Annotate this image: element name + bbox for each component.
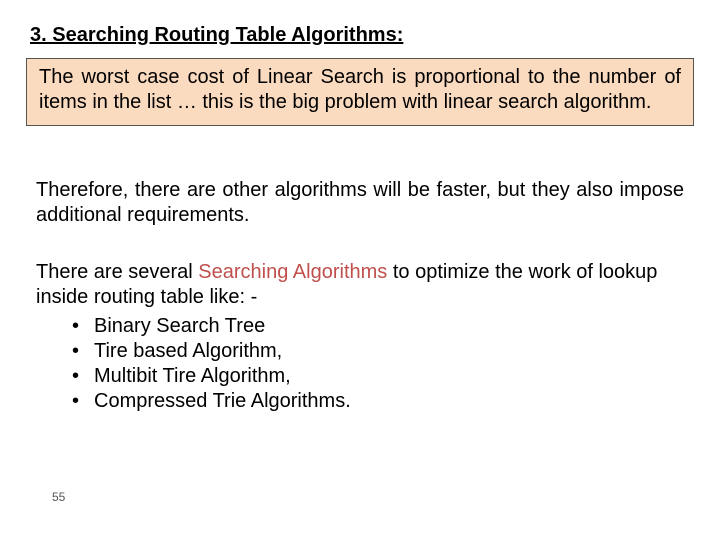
list-item: Compressed Trie Algorithms. [72,389,684,414]
text-pre: There are several [36,261,198,283]
highlight-box: The worst case cost of Linear Search is … [26,58,694,126]
paragraph-searching-algorithms: There are several Searching Algorithms t… [36,260,684,414]
algorithm-list: Binary Search Tree Tire based Algorithm,… [72,314,684,414]
text-highlight-searching-algorithms: Searching Algorithms [198,261,387,283]
section-heading: 3. Searching Routing Table Algorithms: [30,24,403,47]
slide: 3. Searching Routing Table Algorithms: T… [0,0,720,540]
list-item: Multibit Tire Algorithm, [72,364,684,389]
paragraph-therefore: Therefore, there are other algorithms wi… [36,178,684,228]
list-item: Tire based Algorithm, [72,339,684,364]
page-number: 55 [52,490,65,504]
list-item: Binary Search Tree [72,314,684,339]
